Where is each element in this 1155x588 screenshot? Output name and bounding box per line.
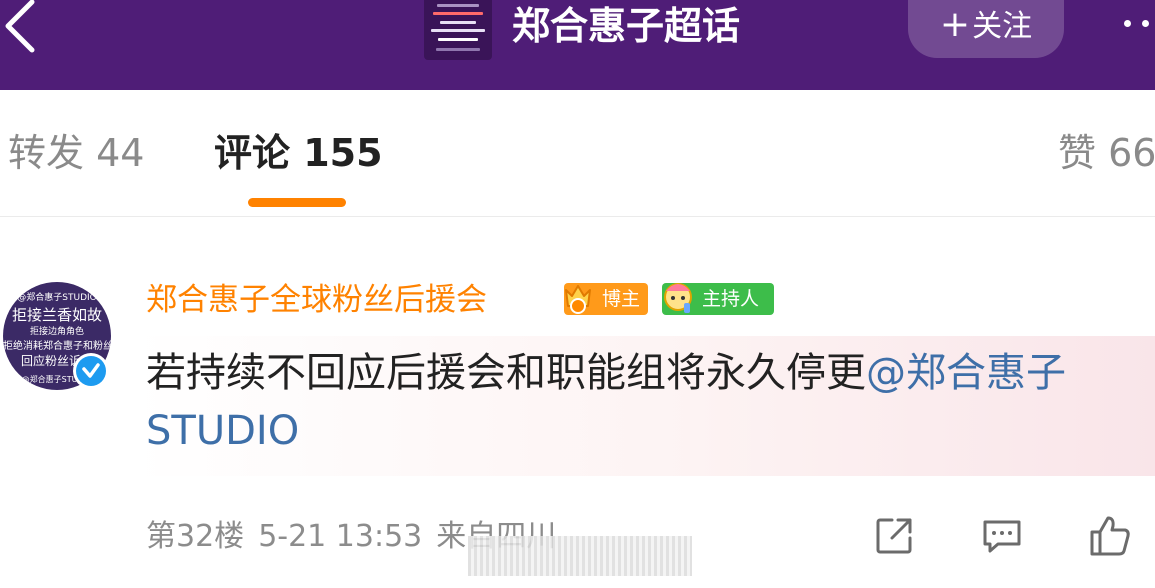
reply-button[interactable] xyxy=(980,514,1024,558)
username[interactable]: 郑合惠子全球粉丝后援会 xyxy=(146,278,487,322)
avatar-text: @郑合惠子STUDIO xyxy=(17,293,97,303)
thumb-text-line xyxy=(438,38,478,41)
comment-text: 若持续不回应后援会和职能组将永久停更@郑合惠子STUDIO xyxy=(146,344,1155,460)
redacted-overlay xyxy=(468,536,692,576)
comment-time: 5-21 13:53 xyxy=(258,519,423,554)
host-mascot-icon xyxy=(664,283,692,313)
follow-label: 关注 xyxy=(972,9,1033,44)
comment-body: 若持续不回应后援会和职能组将永久停更 xyxy=(146,350,866,396)
blogger-badge: 博主 xyxy=(564,283,648,315)
tab-bar: 转发 44 评论 155 赞 66 xyxy=(0,90,1155,217)
like-icon xyxy=(1090,516,1130,556)
more-dots-icon xyxy=(1124,20,1131,27)
avatar-text: 拒接边角角色 xyxy=(29,327,84,337)
host-badge-label: 主持人 xyxy=(702,288,760,310)
blogger-badge-label: 博主 xyxy=(602,288,641,310)
thumb-text-line xyxy=(433,12,483,15)
crown-icon xyxy=(565,285,591,314)
more-button[interactable] xyxy=(1118,0,1155,50)
reply-icon xyxy=(983,520,1021,553)
floor-number: 第32楼 xyxy=(146,519,245,554)
tab-comment[interactable]: 评论 155 xyxy=(214,128,383,178)
thumb-text-line xyxy=(437,4,479,7)
page-title: 郑合惠子超话 xyxy=(512,4,741,48)
thumb-text-line xyxy=(431,29,485,32)
host-badge: 主持人 xyxy=(662,283,774,315)
active-tab-indicator xyxy=(248,198,346,207)
back-arrow-icon xyxy=(5,0,35,53)
avatar-text: 拒绝消耗郑合惠子和粉丝 xyxy=(3,341,111,352)
thumb-text-line xyxy=(440,21,476,24)
verified-icon xyxy=(82,363,100,378)
thumb-text-line xyxy=(436,48,480,51)
tab-repost[interactable]: 转发 44 xyxy=(8,128,144,178)
share-button[interactable] xyxy=(872,514,916,558)
more-dots-icon xyxy=(1142,20,1149,27)
verified-badge xyxy=(73,353,109,389)
tab-like[interactable]: 赞 66 xyxy=(1058,128,1155,178)
share-icon xyxy=(876,518,912,554)
back-button[interactable] xyxy=(0,0,60,60)
top-bar: 郑合惠子超话 +关注 xyxy=(0,0,1155,90)
like-button[interactable] xyxy=(1088,514,1132,558)
avatar-text: 拒接兰香如故 xyxy=(11,306,102,324)
topic-thumbnail[interactable] xyxy=(424,0,492,60)
plus-icon: + xyxy=(939,4,971,45)
follow-button[interactable]: +关注 xyxy=(908,0,1064,58)
